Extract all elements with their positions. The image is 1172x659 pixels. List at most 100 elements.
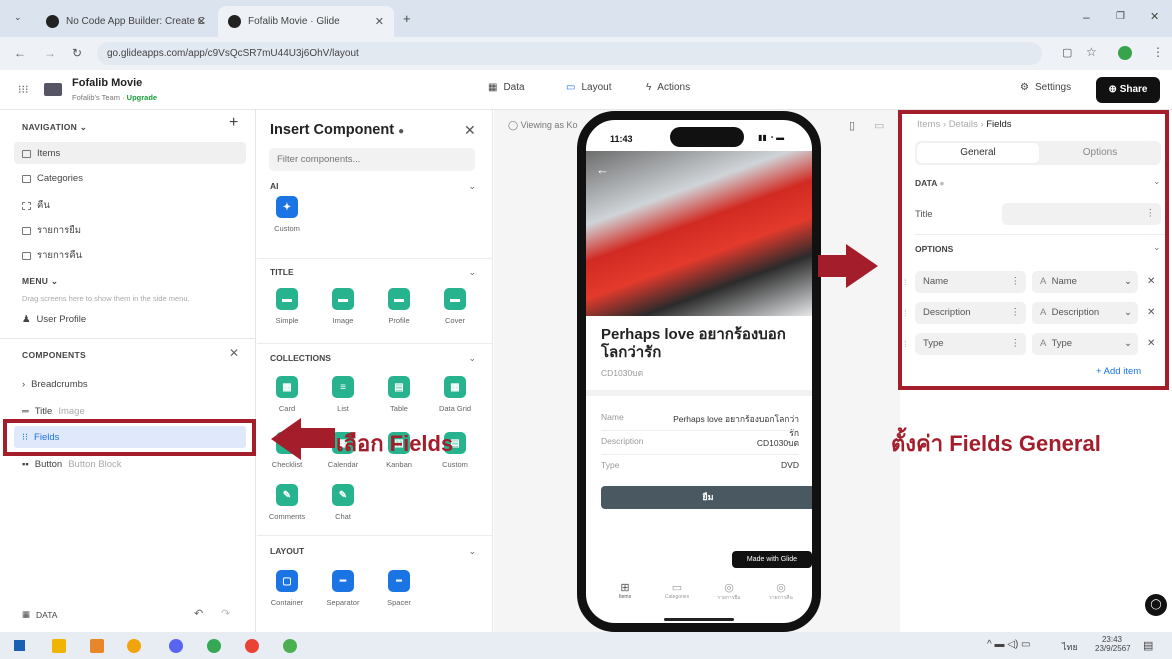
- windows-start-icon[interactable]: [14, 640, 25, 651]
- phone-preview-icon[interactable]: ▯: [849, 119, 855, 132]
- component-label: Button: [34, 459, 63, 470]
- reload-icon[interactable]: ↻: [72, 46, 82, 60]
- component-image[interactable]: ▬ Image: [319, 288, 367, 325]
- component-table[interactable]: ▤ Table: [375, 376, 423, 413]
- grid-menu-icon[interactable]: ⁝⁝⁝: [18, 83, 29, 96]
- nav-item-return-list[interactable]: รายการคืน: [22, 248, 82, 263]
- viewing-as-selector[interactable]: ◯ Viewing as Ko: [508, 120, 577, 131]
- component-list[interactable]: ≡ List: [319, 376, 367, 413]
- redo-icon[interactable]: ↷: [221, 607, 230, 620]
- chrome-icon[interactable]: [127, 639, 141, 653]
- component-card[interactable]: ▦ Card: [263, 376, 311, 413]
- tab-list-icon[interactable]: ⌄: [14, 12, 22, 23]
- tablet-preview-icon[interactable]: ▭: [874, 119, 884, 132]
- close-window-icon[interactable]: ✕: [1150, 10, 1159, 23]
- component-button[interactable]: ▪▪ Button Button Block: [22, 459, 122, 470]
- tab-fofalib[interactable]: Fofalib Movie · Glide ✕: [218, 6, 394, 37]
- made-with-glide-badge[interactable]: Made with Glide: [732, 551, 812, 568]
- component-profile[interactable]: ▬ Profile: [375, 288, 423, 325]
- chrome-profile-icon[interactable]: [245, 639, 259, 653]
- url-input[interactable]: go.glideapps.com/app/c9VsQcSR7mU44U3j6Oh…: [97, 42, 1042, 65]
- navigation-header[interactable]: NAVIGATION ⌄: [22, 122, 87, 133]
- chevron-down-icon[interactable]: ⌄: [468, 181, 476, 192]
- notification-icon[interactable]: ▤: [1143, 639, 1153, 652]
- bookmark-star-icon[interactable]: ☆: [1086, 45, 1097, 59]
- component-simple[interactable]: ▬ Simple: [263, 288, 311, 325]
- menu-item-user-profile[interactable]: ♟ User Profile: [22, 314, 86, 325]
- system-tray-icon[interactable]: ^ ▬ ◁) ▭: [987, 639, 1031, 650]
- profile-avatar[interactable]: [1118, 46, 1132, 60]
- close-insert-icon[interactable]: ✕: [464, 122, 476, 139]
- maximize-icon[interactable]: ❐: [1116, 11, 1125, 22]
- language-indicator[interactable]: ไทย: [1062, 640, 1078, 654]
- team-name: Fofalib's Team · Upgrade: [72, 93, 158, 102]
- blank-icon: [22, 201, 31, 210]
- minimize-icon[interactable]: –: [1083, 10, 1090, 24]
- tab-borrow[interactable]: ◎ รายการยืม: [712, 581, 746, 602]
- upgrade-link[interactable]: Upgrade: [127, 93, 157, 102]
- close-tab-icon[interactable]: ✕: [375, 15, 384, 28]
- nav-item-label: รายการยืม: [37, 225, 82, 236]
- component-breadcrumbs[interactable]: › Breadcrumbs: [22, 379, 88, 390]
- file-explorer-icon[interactable]: [52, 639, 66, 653]
- nav-data[interactable]: ▦ Data: [488, 82, 525, 93]
- undo-icon[interactable]: ↶: [194, 607, 203, 620]
- component-name: Comments: [268, 512, 306, 521]
- component-cover[interactable]: ▬ Cover: [431, 288, 479, 325]
- clipboard-icon[interactable]: ▢: [1062, 46, 1072, 59]
- close-tab-icon[interactable]: ✕: [197, 15, 206, 28]
- chevron-down-icon[interactable]: ⌄: [468, 546, 476, 557]
- filter-components-input[interactable]: [269, 148, 475, 171]
- chevron-down-icon[interactable]: ⌄: [468, 267, 476, 278]
- right-callout-text: ตั้งค่า Fields General: [891, 431, 1101, 456]
- back-arrow-icon[interactable]: ←: [596, 162, 609, 177]
- component-chat[interactable]: ✎ Chat: [319, 484, 367, 521]
- chrome-profile-icon[interactable]: [283, 639, 297, 653]
- close-components-icon[interactable]: ✕: [229, 346, 239, 360]
- insert-title-text: Insert Component: [270, 122, 395, 138]
- component-custom-ai[interactable]: ✦ Custom: [263, 196, 311, 233]
- info-icon[interactable]: ●: [398, 126, 404, 137]
- data-footer[interactable]: ▦ DATA: [22, 609, 57, 620]
- back-icon[interactable]: ←: [14, 46, 26, 60]
- share-button[interactable]: ⊕ Share: [1096, 77, 1160, 103]
- nav-item-categories[interactable]: Categories: [22, 173, 83, 184]
- browser-menu-icon[interactable]: ⋮: [1152, 45, 1164, 59]
- section-layout-header: LAYOUT: [270, 546, 305, 556]
- nav-layout[interactable]: ▭ Layout: [566, 82, 611, 93]
- app-name[interactable]: Fofalib Movie: [72, 77, 142, 89]
- component-separator[interactable]: ━ Separator: [319, 570, 367, 607]
- menu-header[interactable]: MENU ⌄: [22, 276, 58, 287]
- discord-icon[interactable]: [169, 639, 183, 653]
- nav-actions[interactable]: ϟ Actions: [646, 82, 690, 93]
- tab-label: Items: [618, 594, 632, 600]
- nav-item-borrow-list[interactable]: รายการยืม: [22, 223, 81, 238]
- component-container[interactable]: ▢ Container: [263, 570, 311, 607]
- settings-button[interactable]: ⚙ Settings: [1020, 82, 1071, 93]
- component-data-grid[interactable]: ▦ Data Grid: [431, 376, 479, 413]
- section-divider: [586, 390, 812, 396]
- component-sub: Button Block: [68, 459, 122, 470]
- clock[interactable]: 23:43 23/9/2567: [1095, 635, 1131, 653]
- component-title[interactable]: ═ Title Image: [22, 406, 85, 417]
- component-name: Table: [390, 404, 408, 413]
- borrow-button[interactable]: ยืม: [601, 486, 812, 509]
- tab-nocode[interactable]: No Code App Builder: Create C ✕: [36, 6, 216, 37]
- add-tab-icon[interactable]: +: [229, 114, 238, 132]
- component-name: Simple: [275, 316, 299, 325]
- forward-icon[interactable]: →: [44, 46, 56, 60]
- tab-categories[interactable]: ▭ Categories: [660, 581, 694, 600]
- chrome-profile-icon[interactable]: [207, 639, 221, 653]
- tab-items[interactable]: ⊞ Items: [608, 581, 642, 600]
- tab-return[interactable]: ◎ รายการคืน: [764, 581, 798, 602]
- chat-support-icon[interactable]: ◯: [1145, 594, 1167, 616]
- vlc-icon[interactable]: [90, 639, 104, 653]
- table-icon: ▤: [388, 376, 410, 398]
- nav-item-return[interactable]: คืน: [22, 198, 50, 213]
- new-tab-button[interactable]: +: [403, 11, 411, 26]
- component-comments[interactable]: ✎ Comments: [263, 484, 311, 521]
- chevron-down-icon[interactable]: ⌄: [468, 353, 476, 364]
- component-spacer[interactable]: ┅ Spacer: [375, 570, 423, 607]
- nav-item-items[interactable]: Items: [22, 148, 60, 159]
- table-icon: [22, 226, 31, 235]
